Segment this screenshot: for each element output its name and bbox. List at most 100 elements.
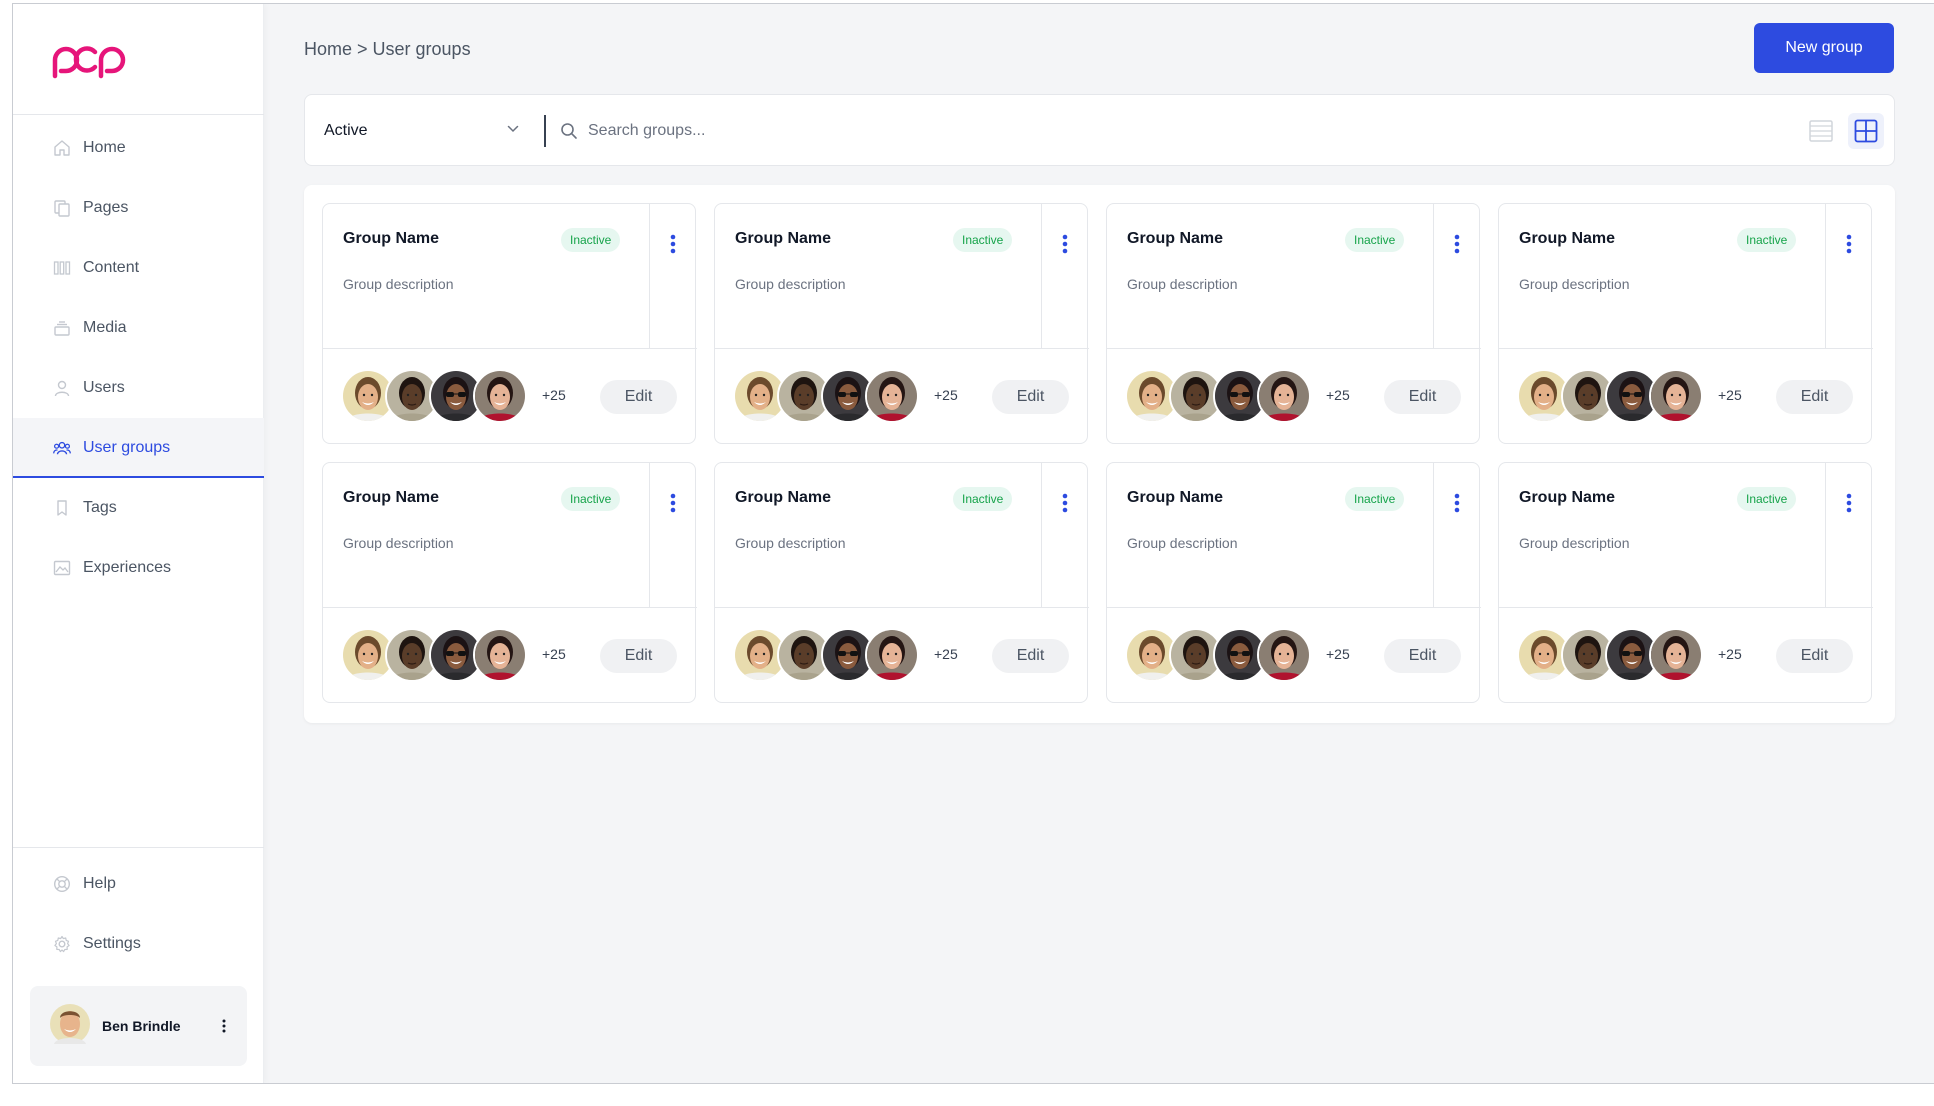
member-avatars [1517, 628, 1703, 684]
sidebar-item-label: Settings [83, 935, 141, 952]
status-badge: Inactive [953, 487, 1013, 511]
sidebar: Home Pages Content Media Users User grou… [13, 4, 264, 1083]
member-overflow-count: +25 [1718, 387, 1742, 403]
sidebar-item-label: Pages [83, 199, 129, 216]
search-box [560, 95, 1488, 167]
edit-group-button[interactable]: Edit [600, 380, 677, 414]
avatar [50, 1003, 90, 1049]
group-name: Group Name [1519, 230, 1616, 247]
group-card[interactable]: Group Name Inactive Group description +25 Ed… [714, 462, 1089, 703]
grid-view-button[interactable] [1848, 113, 1884, 149]
search-input[interactable] [588, 122, 1488, 140]
group-card[interactable]: Group Name Inactive Group description +25 Ed… [1106, 462, 1481, 703]
edit-group-button[interactable]: Edit [600, 639, 677, 673]
member-overflow-count: +25 [1718, 646, 1742, 662]
group-menu-button[interactable] [1045, 487, 1085, 519]
user-icon [53, 379, 71, 397]
media-icon [53, 319, 71, 337]
group-description: Group description [343, 535, 454, 551]
more-vertical-icon [1454, 234, 1460, 254]
main-nav: Home Pages Content Media Users User grou… [13, 118, 264, 598]
group-menu-button[interactable] [653, 487, 693, 519]
more-vertical-icon [1454, 493, 1460, 513]
more-vertical-icon [1062, 493, 1068, 513]
nav-divider [13, 847, 264, 848]
brand-logo[interactable] [51, 40, 127, 80]
avatar [865, 369, 919, 423]
logo-divider [13, 114, 264, 115]
member-avatars [733, 628, 919, 684]
group-name: Group Name [1519, 489, 1616, 506]
more-vertical-icon [670, 493, 676, 513]
group-menu-button[interactable] [1437, 228, 1477, 260]
member-overflow-count: +25 [542, 387, 566, 403]
card-divider [1825, 204, 1826, 349]
sidebar-item-label: Users [83, 379, 125, 396]
member-avatars [1125, 369, 1311, 425]
groups-grid: Group Name Inactive Group description +25 Ed… [304, 185, 1895, 723]
sidebar-item-media[interactable]: Media [13, 298, 264, 358]
secondary-nav: Help Settings [13, 854, 264, 974]
group-name: Group Name [735, 489, 832, 506]
group-card[interactable]: Group Name Inactive Group description +25 Ed… [1106, 203, 1481, 444]
member-overflow-count: +25 [934, 646, 958, 662]
group-name: Group Name [343, 489, 440, 506]
chevron-down-icon [507, 125, 519, 133]
edit-group-button[interactable]: Edit [992, 380, 1069, 414]
group-card[interactable]: Group Name Inactive Group description +25 Ed… [322, 203, 697, 444]
status-badge: Inactive [1737, 228, 1797, 252]
sidebar-item-label: Home [83, 139, 126, 156]
more-vertical-icon [1062, 234, 1068, 254]
new-group-button[interactable]: New group [1754, 23, 1894, 73]
card-divider [649, 463, 650, 608]
sidebar-item-help[interactable]: Help [13, 854, 264, 914]
group-card[interactable]: Group Name Inactive Group description +25 Ed… [714, 203, 1089, 444]
edit-group-button[interactable]: Edit [1776, 380, 1853, 414]
sidebar-item-pages[interactable]: Pages [13, 178, 264, 238]
member-overflow-count: +25 [542, 646, 566, 662]
status-badge: Inactive [1345, 228, 1405, 252]
help-icon [53, 875, 71, 893]
edit-group-button[interactable]: Edit [1384, 380, 1461, 414]
group-card[interactable]: Group Name Inactive Group description +25 Ed… [1498, 462, 1873, 703]
avatar [473, 369, 527, 423]
group-card[interactable]: Group Name Inactive Group description +25 Ed… [1498, 203, 1873, 444]
group-name: Group Name [343, 230, 440, 247]
sidebar-item-label: Content [83, 259, 140, 276]
edit-group-button[interactable]: Edit [1776, 639, 1853, 673]
group-name: Group Name [735, 230, 832, 247]
current-user-card[interactable]: Ben Brindle [30, 986, 247, 1066]
more-vertical-icon [222, 1019, 226, 1033]
sidebar-item-home[interactable]: Home [13, 118, 264, 178]
sidebar-item-experiences[interactable]: Experiences [13, 538, 264, 598]
avatar [865, 628, 919, 682]
group-menu-button[interactable] [1829, 487, 1869, 519]
sidebar-item-tags[interactable]: Tags [13, 478, 264, 538]
avatar [1257, 628, 1311, 682]
card-divider [1433, 463, 1434, 608]
status-filter-value: Active [324, 122, 368, 139]
status-badge: Inactive [953, 228, 1013, 252]
group-menu-button[interactable] [653, 228, 693, 260]
more-vertical-icon [670, 234, 676, 254]
group-menu-button[interactable] [1045, 228, 1085, 260]
edit-group-button[interactable]: Edit [1384, 639, 1461, 673]
status-filter-select[interactable]: Active [324, 95, 524, 167]
filter-divider [544, 115, 546, 147]
group-menu-button[interactable] [1437, 487, 1477, 519]
avatar [1649, 628, 1703, 682]
list-view-button[interactable] [1807, 117, 1835, 145]
sidebar-item-label: Media [83, 319, 127, 336]
user-menu-button[interactable] [209, 1011, 239, 1041]
group-description: Group description [1519, 535, 1630, 551]
group-menu-button[interactable] [1829, 228, 1869, 260]
edit-group-button[interactable]: Edit [992, 639, 1069, 673]
sidebar-item-content[interactable]: Content [13, 238, 264, 298]
sidebar-item-user-groups[interactable]: User groups [13, 418, 264, 478]
group-card[interactable]: Group Name Inactive Group description +25 Ed… [322, 462, 697, 703]
sidebar-item-users[interactable]: Users [13, 358, 264, 418]
member-avatars [341, 369, 527, 425]
group-name: Group Name [1127, 489, 1224, 506]
sidebar-item-settings[interactable]: Settings [13, 914, 264, 974]
home-icon [53, 139, 71, 157]
